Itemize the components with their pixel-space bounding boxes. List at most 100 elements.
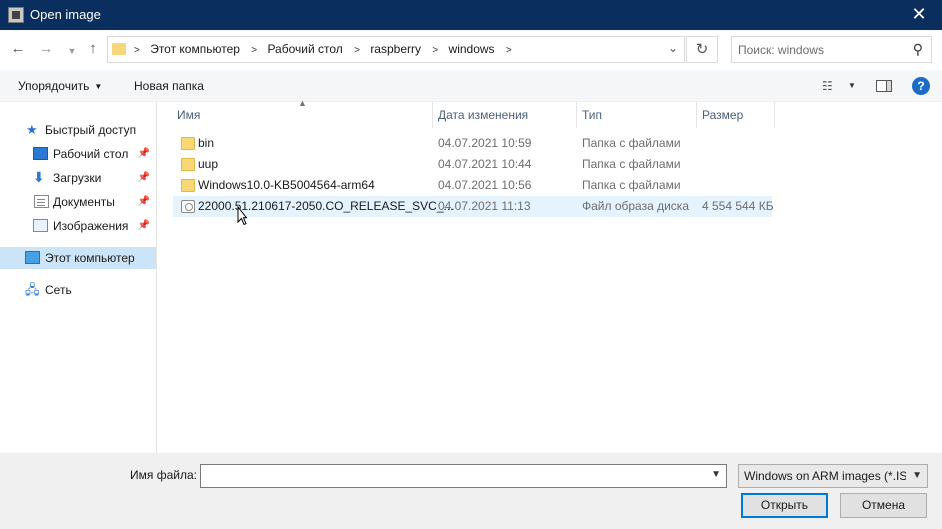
file-type-filter[interactable]: Windows on ARM images (*.ISO ▼ <box>738 464 928 488</box>
arrow-left-icon: ← <box>10 40 26 57</box>
command-toolbar: Упорядочить ▼ Новая папка ☷ ▼ ? <box>0 70 942 102</box>
file-type-filter-value: Windows on ARM images (*.ISO <box>744 469 906 483</box>
file-type: Папка с файлами <box>582 136 681 150</box>
file-row[interactable]: 22000.51.210617-2050.CO_RELEASE_SVC_... … <box>173 196 774 217</box>
sidebar-item-label: Загрузки <box>53 171 102 185</box>
view-options-icon[interactable]: ☷ <box>822 79 833 93</box>
back-button[interactable]: ← <box>9 41 27 57</box>
sidebar-item-label: Сеть <box>45 283 72 297</box>
pin-icon: 📌 <box>137 172 150 183</box>
chevron-right-icon[interactable]: > <box>506 38 512 63</box>
file-date: 04.07.2021 10:44 <box>438 157 532 171</box>
file-row[interactable]: uup 04.07.2021 10:44 Папка с файлами <box>173 154 772 175</box>
title-bar: Open image ✕ <box>0 0 942 30</box>
up-button[interactable]: ↑ <box>84 41 102 57</box>
sidebar-item-label: Документы <box>53 195 115 209</box>
chevron-down-icon[interactable]: ▼ <box>711 469 721 480</box>
chevron-down-icon: ▼ <box>67 46 77 56</box>
breadcrumb: > Этот компьютер > Рабочий стол > raspbe… <box>130 37 519 62</box>
view-options-caret-icon[interactable]: ▼ <box>848 81 856 90</box>
file-row[interactable]: bin 04.07.2021 10:59 Папка с файлами <box>173 133 772 154</box>
search-input[interactable] <box>738 41 908 59</box>
folder-icon <box>181 179 195 192</box>
disc-image-icon <box>181 200 195 213</box>
mouse-cursor-icon <box>237 206 247 226</box>
navigation-pane: ★ Быстрый доступ Рабочий стол 📌 ⬇ Загруз… <box>0 102 157 453</box>
breadcrumb-item[interactable]: windows <box>449 37 495 62</box>
column-divider[interactable] <box>696 102 697 128</box>
new-folder-button[interactable]: Новая папка <box>134 79 204 93</box>
chevron-down-icon: ▼ <box>912 470 922 481</box>
sidebar-item-downloads[interactable]: ⬇ Загрузки 📌 <box>0 167 156 189</box>
star-icon: ★ <box>26 122 38 137</box>
network-icon: 🖧 <box>25 282 40 297</box>
folder-icon <box>181 137 195 150</box>
column-header-name[interactable]: Имя <box>177 108 200 122</box>
filename-combobox[interactable]: ▼ <box>200 464 727 488</box>
window-title: Open image <box>30 7 101 22</box>
search-box[interactable]: ⚲ <box>731 36 932 63</box>
address-bar[interactable]: > Этот компьютер > Рабочий стол > raspbe… <box>107 36 685 63</box>
folder-icon <box>112 43 126 55</box>
cancel-button[interactable]: Отмена <box>840 493 927 518</box>
filename-label: Имя файла: <box>130 468 197 482</box>
breadcrumb-item[interactable]: raspberry <box>370 37 421 62</box>
search-icon[interactable]: ⚲ <box>913 41 923 58</box>
file-name: Windows10.0-KB5004564-arm64 <box>198 178 375 192</box>
recent-locations-button[interactable]: ▼ <box>63 43 81 59</box>
breadcrumb-item[interactable]: Рабочий стол <box>267 37 342 62</box>
file-name: bin <box>198 136 215 150</box>
file-type: Файл образа диска <box>582 199 689 213</box>
pin-icon: 📌 <box>137 196 150 207</box>
file-date: 04.07.2021 10:59 <box>438 136 532 150</box>
column-header-size[interactable]: Размер <box>702 108 743 122</box>
preview-pane-icon[interactable] <box>876 80 892 92</box>
refresh-button[interactable]: ↻ <box>686 36 718 63</box>
sidebar-item-desktop[interactable]: Рабочий стол 📌 <box>0 143 156 165</box>
folder-icon <box>181 158 195 171</box>
sidebar-item-pictures[interactable]: Изображения 📌 <box>0 215 156 237</box>
arrow-up-icon: ↑ <box>89 40 97 57</box>
address-dropdown-icon[interactable]: ⌄ <box>668 41 678 55</box>
column-header-type[interactable]: Тип <box>582 108 602 122</box>
chevron-right-icon[interactable]: > <box>354 38 360 63</box>
caret-down-icon: ▼ <box>94 82 103 91</box>
sidebar-item-network[interactable]: 🖧 Сеть <box>0 279 156 301</box>
sidebar-item-label: Быстрый доступ <box>45 123 137 137</box>
file-row[interactable]: Windows10.0-KB5004564-arm64 04.07.2021 1… <box>173 175 772 196</box>
file-date: 04.07.2021 10:56 <box>438 178 532 192</box>
chevron-right-icon[interactable]: > <box>134 38 140 63</box>
forward-button[interactable]: → <box>37 41 55 57</box>
organize-button[interactable]: Упорядочить ▼ <box>18 79 102 93</box>
pin-icon: 📌 <box>137 148 150 159</box>
download-icon: ⬇ <box>33 169 45 185</box>
column-header-date[interactable]: Дата изменения <box>438 108 528 122</box>
file-size: 4 554 544 КБ <box>702 199 774 213</box>
sidebar-item-this-pc[interactable]: Этот компьютер <box>0 247 156 269</box>
open-button[interactable]: Открыть <box>741 493 828 518</box>
file-name: uup <box>198 157 219 171</box>
sidebar-item-label: Этот компьютер <box>45 251 135 265</box>
file-list: ▲ Имя Дата изменения Тип Размер bin 04.0… <box>158 98 942 453</box>
sidebar-item-quick-access[interactable]: ★ Быстрый доступ <box>0 119 156 141</box>
file-type: Папка с файлами <box>582 157 681 171</box>
breadcrumb-item[interactable]: Этот компьютер <box>150 37 240 62</box>
close-button[interactable]: ✕ <box>896 0 942 30</box>
navigation-bar: ← → ▼ ↑ > Этот компьютер > Рабочий стол … <box>0 30 942 70</box>
computer-icon <box>25 251 40 264</box>
filename-input[interactable] <box>205 468 695 485</box>
help-icon[interactable]: ? <box>912 77 930 95</box>
app-icon <box>8 7 24 23</box>
sidebar-item-documents[interactable]: Документы 📌 <box>0 191 156 213</box>
sort-ascending-icon: ▲ <box>298 98 307 108</box>
documents-icon <box>34 195 49 208</box>
chevron-right-icon[interactable]: > <box>432 38 438 63</box>
sidebar-item-label: Рабочий стол <box>53 147 129 161</box>
column-divider[interactable] <box>774 102 775 128</box>
pictures-icon <box>33 219 48 232</box>
column-divider[interactable] <box>432 102 433 128</box>
chevron-right-icon[interactable]: > <box>251 38 257 63</box>
organize-label: Упорядочить <box>18 79 90 93</box>
desktop-icon <box>33 147 48 160</box>
column-divider[interactable] <box>576 102 577 128</box>
